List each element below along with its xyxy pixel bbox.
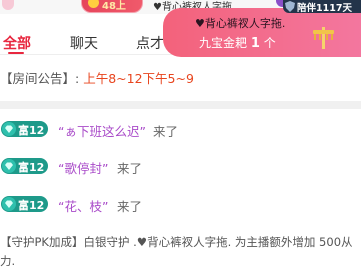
wealth-diamond-icon [2, 197, 16, 211]
gift-banner-title: ♥背心裤衩人字拖. [195, 17, 286, 30]
tab-chat[interactable]: 聊天 [70, 33, 98, 53]
shield-icon [285, 1, 295, 12]
gift-banner[interactable]: ♥背心裤衩人字拖. 九宝金耙 1 个 [163, 8, 361, 57]
guard-pk-notice-tail: 力. [0, 254, 16, 268]
gift-name: 九宝金耙 [199, 36, 248, 50]
wealth-level-label: 富12 [18, 161, 45, 174]
wealth-level-label: 富12 [18, 199, 45, 212]
arrival-text: 来了 [153, 124, 179, 139]
gift-count: 1 [250, 36, 260, 51]
wealth-level-badge: 富12 [1, 121, 48, 137]
companion-badge: 陪伴1117天 [283, 0, 361, 14]
guard-pk-notice: 【守护PK加成】白银守护 .♥背心裤衩人字拖. 为主播额外增加 500从 力. [0, 234, 353, 268]
level-emblem-icon [88, 0, 99, 8]
companion-days-label: 陪伴1117天 [297, 3, 352, 14]
room-notice: 【房间公告】: 上午8~12下午5~9 [0, 68, 194, 87]
wealth-diamond-icon [2, 122, 16, 136]
arrival-text: 来了 [117, 161, 143, 176]
active-tab-indicator [8, 52, 24, 54]
list-item: 富12 “ぁ下班这么迟” 来了 [0, 121, 361, 139]
guard-pk-notice-text: 【守护PK加成】白银守护 .♥背心裤衩人字拖. 为主播额外增加 500从 [0, 235, 353, 249]
avatar[interactable] [2, 0, 14, 10]
wealth-level-label: 富12 [18, 124, 45, 137]
user-level-badge: 48上 [81, 0, 143, 13]
tab-all[interactable]: 全部 [3, 33, 31, 53]
user-level-label: 48上 [102, 1, 126, 12]
wealth-level-badge: 富12 [1, 196, 48, 212]
room-notice-label: 【房间公告】: [0, 71, 80, 86]
username-link[interactable]: “歌停封” [58, 158, 108, 177]
gift-banner-subtitle: 九宝金耙 1 个 [199, 34, 276, 51]
username-link[interactable]: “ぁ下班这么迟” [58, 121, 146, 140]
username-link[interactable]: “花、枝” [58, 196, 108, 215]
arrival-text: 来了 [117, 199, 143, 214]
wealth-level-badge: 富12 [1, 158, 48, 174]
room-notice-schedule: 上午8~12下午5~9 [83, 71, 194, 86]
list-item: 富12 “歌停封” 来了 [0, 158, 361, 176]
tab-third[interactable]: 点才 [136, 33, 164, 53]
gift-unit: 个 [263, 36, 276, 50]
wealth-diamond-icon [2, 159, 16, 173]
list-item: 富12 “花、枝” 来了 [0, 196, 361, 214]
gift-rake-icon [313, 27, 334, 49]
section-divider [0, 101, 361, 109]
